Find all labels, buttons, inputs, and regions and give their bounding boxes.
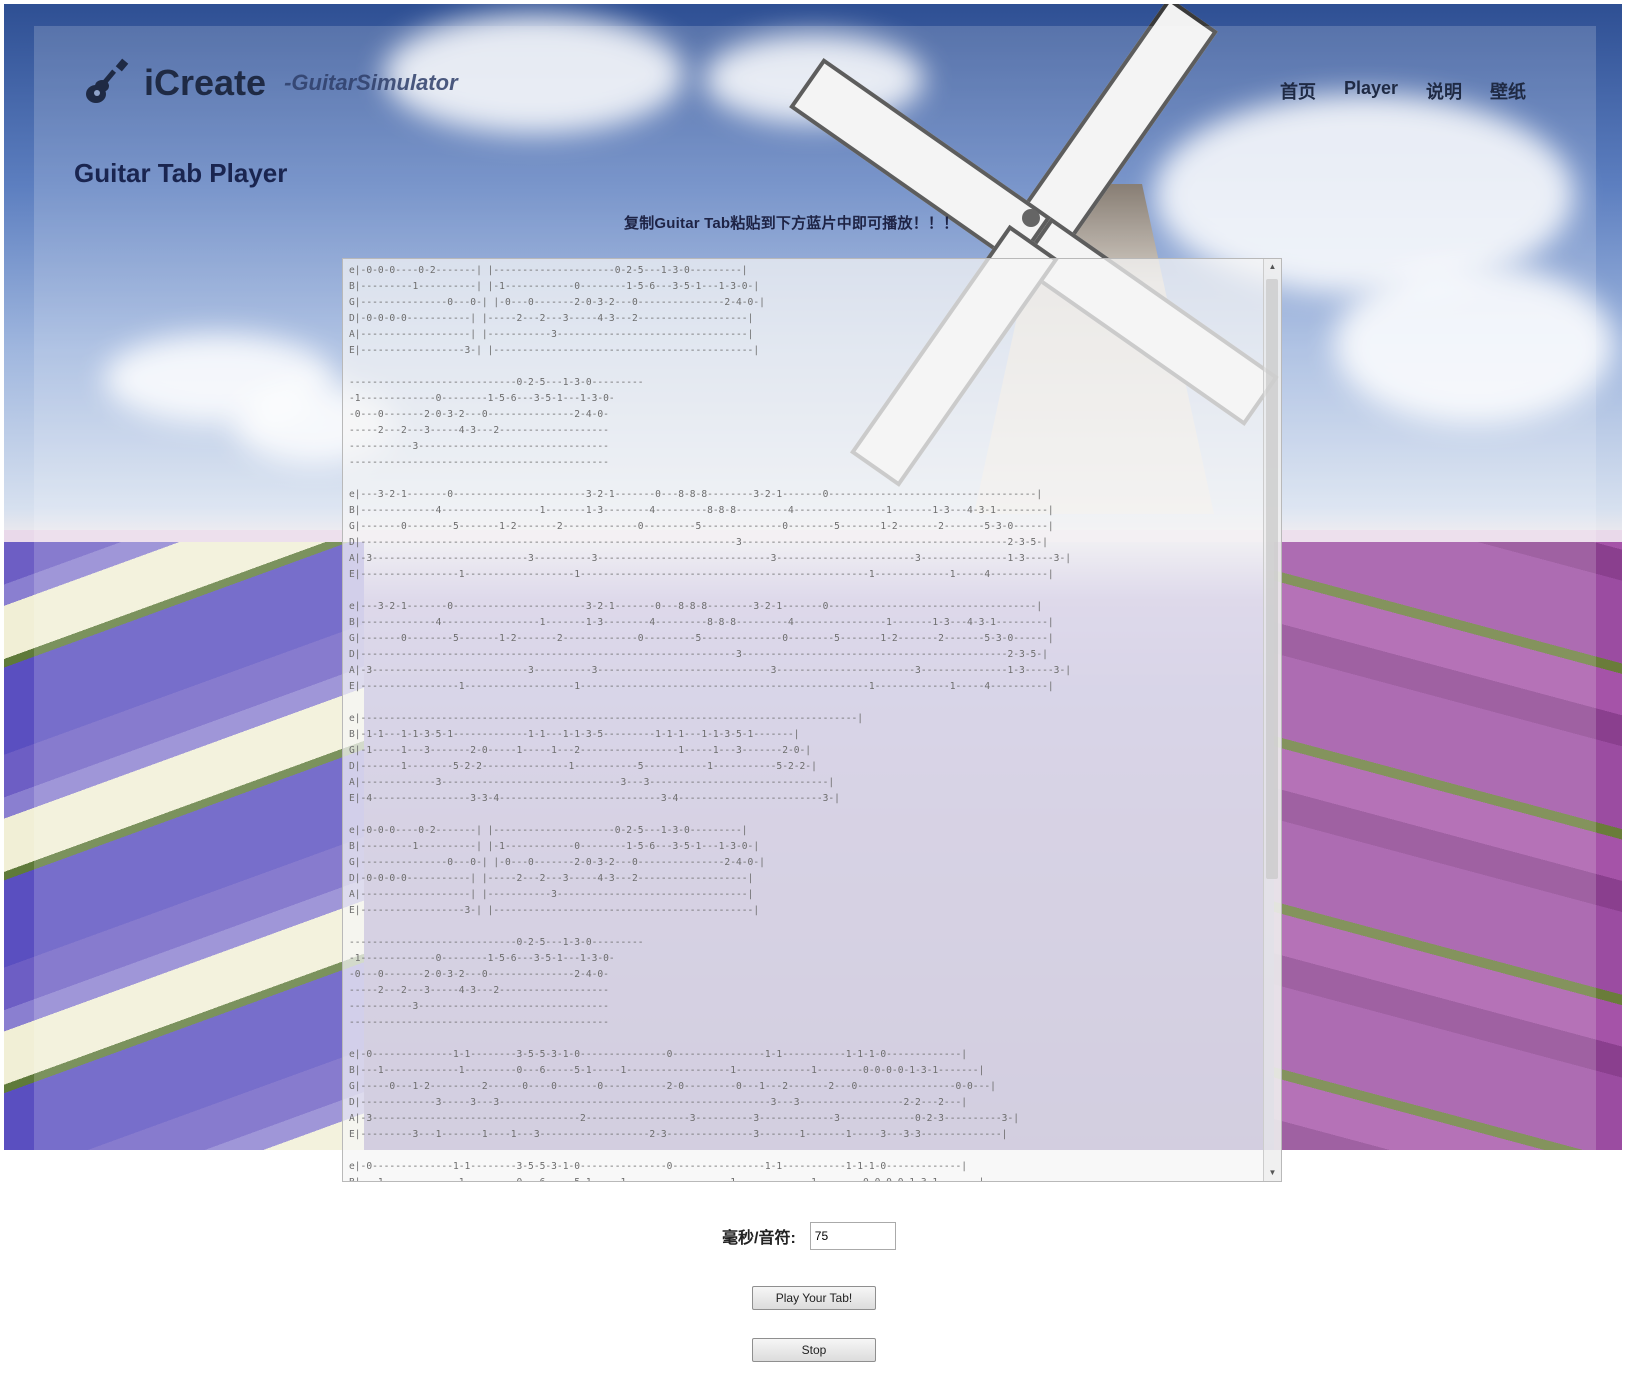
nav-item-player[interactable]: Player	[1344, 78, 1398, 104]
speed-label: 毫秒/音符:	[722, 1230, 796, 1247]
scroll-down-arrow-icon[interactable]: ▼	[1264, 1165, 1281, 1181]
scroll-up-arrow-icon[interactable]: ▲	[1264, 259, 1281, 275]
page-title: Guitar Tab Player	[74, 158, 288, 188]
scroll-thumb[interactable]	[1266, 279, 1278, 879]
tab-content[interactable]: e|-0-0-0----0-2-------| |---------------…	[343, 259, 1281, 1181]
speed-input[interactable]	[809, 1222, 896, 1250]
speed-row: 毫秒/音符:	[722, 1222, 896, 1250]
nav-item-instructions[interactable]: 说明	[1426, 78, 1462, 104]
logo-title: iCreate	[144, 62, 267, 103]
play-tab-button[interactable]: Play Your Tab!	[752, 1286, 876, 1310]
stop-button[interactable]: Stop	[752, 1338, 876, 1362]
logo[interactable]: iCreate -GuitarSimulator	[82, 58, 458, 108]
nav-item-wallpaper[interactable]: 壁纸	[1490, 78, 1526, 104]
instruction-text: 复制Guitar Tab粘贴到下方蓝片中即可播放！！！	[624, 215, 959, 232]
logo-subtitle: -GuitarSimulator	[284, 70, 458, 95]
tab-scrollbar[interactable]: ▲ ▼	[1263, 259, 1281, 1181]
nav-item-home[interactable]: 首页	[1280, 78, 1316, 104]
guitar-icon	[86, 58, 129, 103]
main-nav: 首页 Player 说明 壁纸	[1280, 78, 1526, 104]
tab-textarea[interactable]: e|-0-0-0----0-2-------| |---------------…	[342, 258, 1282, 1182]
